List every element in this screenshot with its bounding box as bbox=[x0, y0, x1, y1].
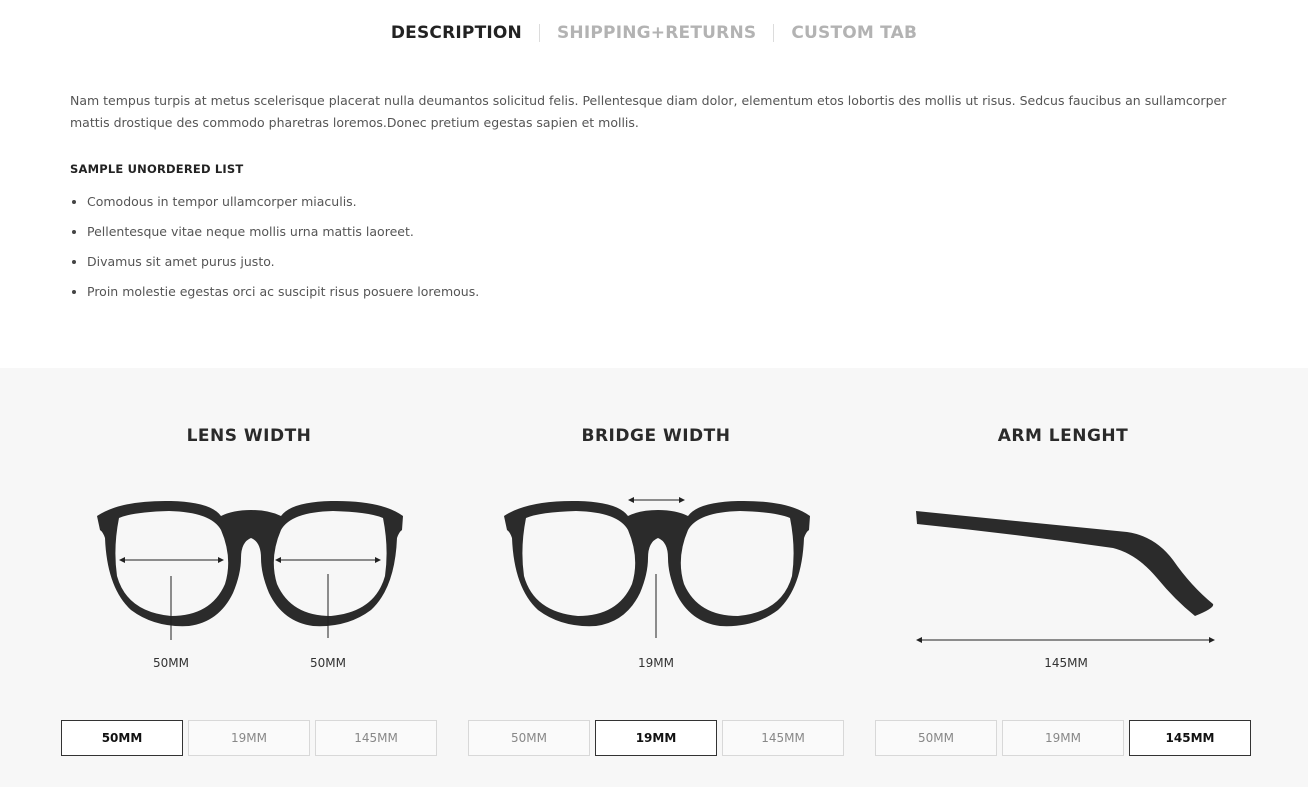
arm-measure: 145MM bbox=[1044, 656, 1088, 670]
arm-length-title: ARM LENGHT bbox=[997, 426, 1129, 446]
unordered-list: Comodous in tempor ullamcorper miaculis.… bbox=[70, 192, 479, 312]
tab-description[interactable]: DESCRIPTION bbox=[374, 22, 539, 44]
description-paragraph: Nam tempus turpis at metus scelerisque p… bbox=[70, 93, 1227, 130]
bullet-icon bbox=[72, 260, 76, 264]
list-item: Comodous in tempor ullamcorper miaculis. bbox=[70, 192, 479, 222]
size-button-145mm[interactable]: 145MM bbox=[722, 720, 844, 756]
lens-measure-left: 50MM bbox=[153, 656, 189, 670]
size-guide-section: LENS WIDTH 50MM 50MM 50MM 19MM 145MM BRI… bbox=[0, 368, 1308, 787]
list-title: SAMPLE UNORDERED LIST bbox=[70, 162, 244, 176]
lens-width-title: LENS WIDTH bbox=[186, 426, 312, 446]
size-button-50mm[interactable]: 50MM bbox=[61, 720, 183, 756]
list-item: Pellentesque vitae neque mollis urna mat… bbox=[70, 222, 479, 252]
list-item: Proin molestie egestas orci ac suscipit … bbox=[70, 282, 479, 312]
size-button-145mm[interactable]: 145MM bbox=[315, 720, 437, 756]
bullet-icon bbox=[72, 290, 76, 294]
size-button-50mm[interactable]: 50MM bbox=[468, 720, 590, 756]
arm-length-column: ARM LENGHT 145MM 50MM 19MM 145MM bbox=[875, 368, 1251, 787]
product-tabs: DESCRIPTION SHIPPING+RETURNS CUSTOM TAB bbox=[0, 22, 1308, 44]
bridge-size-buttons: 50MM 19MM 145MM bbox=[468, 720, 844, 756]
list-item-text: Divamus sit amet purus justo. bbox=[87, 254, 275, 269]
list-item-text: Proin molestie egestas orci ac suscipit … bbox=[87, 284, 480, 299]
arm-size-buttons: 50MM 19MM 145MM bbox=[875, 720, 1251, 756]
tab-shipping-returns[interactable]: SHIPPING+RETURNS bbox=[540, 22, 773, 44]
lens-size-buttons: 50MM 19MM 145MM bbox=[61, 720, 437, 756]
glasses-front-lens-icon bbox=[97, 500, 403, 640]
bullet-icon bbox=[72, 230, 76, 234]
size-button-19mm[interactable]: 19MM bbox=[188, 720, 310, 756]
bridge-width-title: BRIDGE WIDTH bbox=[581, 426, 731, 446]
bridge-width-column: BRIDGE WIDTH 19MM 50MM 19MM 145MM bbox=[468, 368, 844, 787]
size-button-19mm[interactable]: 19MM bbox=[1002, 720, 1124, 756]
size-button-145mm[interactable]: 145MM bbox=[1129, 720, 1251, 756]
list-item: Divamus sit amet purus justo. bbox=[70, 252, 479, 282]
bullet-icon bbox=[72, 200, 76, 204]
tab-custom[interactable]: CUSTOM TAB bbox=[774, 22, 934, 44]
size-button-19mm[interactable]: 19MM bbox=[595, 720, 717, 756]
lens-measure-right: 50MM bbox=[310, 656, 346, 670]
size-button-50mm[interactable]: 50MM bbox=[875, 720, 997, 756]
bridge-measure: 19MM bbox=[638, 656, 674, 670]
list-item-text: Comodous in tempor ullamcorper miaculis. bbox=[87, 194, 357, 209]
list-item-text: Pellentesque vitae neque mollis urna mat… bbox=[87, 224, 414, 239]
lens-width-column: LENS WIDTH 50MM 50MM 50MM 19MM 145MM bbox=[61, 368, 437, 787]
